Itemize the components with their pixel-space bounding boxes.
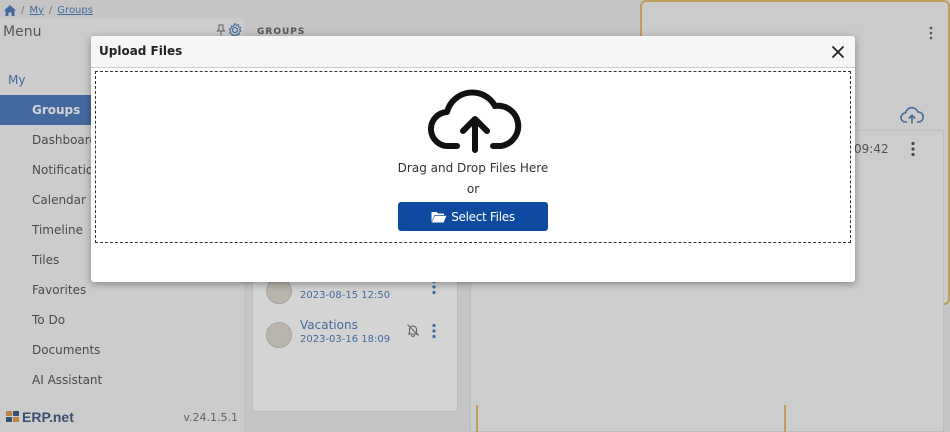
folder-open-icon [431,211,447,222]
cloud-upload-icon [428,89,522,153]
dialog-header: Upload Files [91,36,855,68]
select-files-button[interactable]: Select Files [398,202,548,231]
dialog-title: Upload Files [99,44,183,58]
upload-files-dialog: Upload Files Drag and Drop Files Here or… [91,36,855,282]
or-label: or [466,182,480,196]
close-icon [831,45,845,59]
close-button[interactable] [827,41,849,63]
select-files-label: Select Files [451,209,515,224]
drop-zone[interactable]: Drag and Drop Files Here or Select Files [95,71,851,243]
drop-instruction: Drag and Drop Files Here [397,161,549,175]
